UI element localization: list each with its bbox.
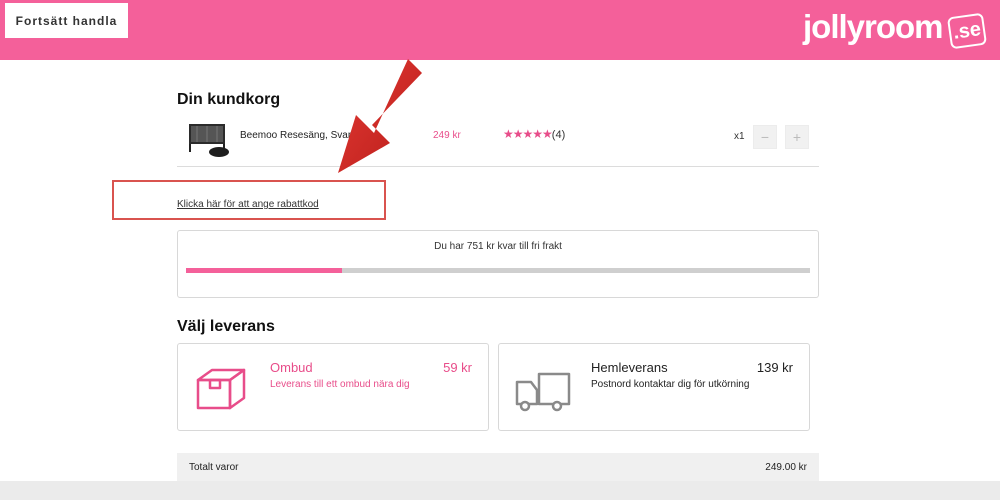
increase-quantity-button[interactable]: + [785,125,809,149]
logo-text: jollyroom [803,8,944,45]
totals-value: 249.00 kr [765,462,807,473]
package-icon [196,368,246,410]
bottom-strip [0,481,1000,500]
coupon-code-link[interactable]: Klicka här för att ange rabattkod [177,199,319,210]
delivery-desc-ombud: Leverans till ett ombud nära dig [270,379,410,390]
delivery-desc-hemleverans: Postnord kontaktar dig för utkörning [591,379,750,390]
free-shipping-card: Du har 751 kr kvar till fri frakt [177,230,819,298]
cart-item-row: Beemoo Resesäng, Svar 249 kr ★★★★★(4) x1… [177,116,819,162]
delivery-name-hemleverans: Hemleverans [591,360,668,375]
rating-count: (4) [551,129,566,141]
jollyroom-logo[interactable]: jollyroom .se [803,4,987,50]
free-shipping-progress [186,268,810,273]
delivery-title: Välj leverans [177,318,275,335]
free-shipping-text: Du har 751 kr kvar till fri frakt [434,241,562,252]
top-bar: Fortsätt handla jollyroom .se [0,0,1000,60]
totals-summary: Totalt varor 249.00 kr [177,453,819,481]
delivery-name-ombud: Ombud [270,360,313,375]
delivery-option-ombud[interactable]: Ombud 59 kr Leverans till ett ombud nära… [177,343,489,431]
totals-label: Totalt varor [189,462,239,473]
product-rating: ★★★★★(4) [503,127,565,141]
red-arrow-annotation [338,59,422,173]
logo-badge: .se [946,12,987,50]
truck-icon [515,372,571,412]
delivery-option-hemleverans[interactable]: Hemleverans 139 kr Postnord kontaktar di… [498,343,810,431]
cart-title: Din kundkorg [177,91,281,108]
delivery-price-ombud: 59 kr [443,360,472,375]
decrease-quantity-button[interactable]: − [753,125,777,149]
rating-stars: ★★★★★ [503,127,553,141]
quantity-value: x1 [734,131,745,142]
continue-shopping-button[interactable]: Fortsätt handla [5,3,128,38]
progress-fill [186,268,342,273]
cart-divider [177,166,819,167]
delivery-price-hemleverans: 139 kr [756,360,793,375]
travel-cot-image[interactable] [183,120,233,158]
